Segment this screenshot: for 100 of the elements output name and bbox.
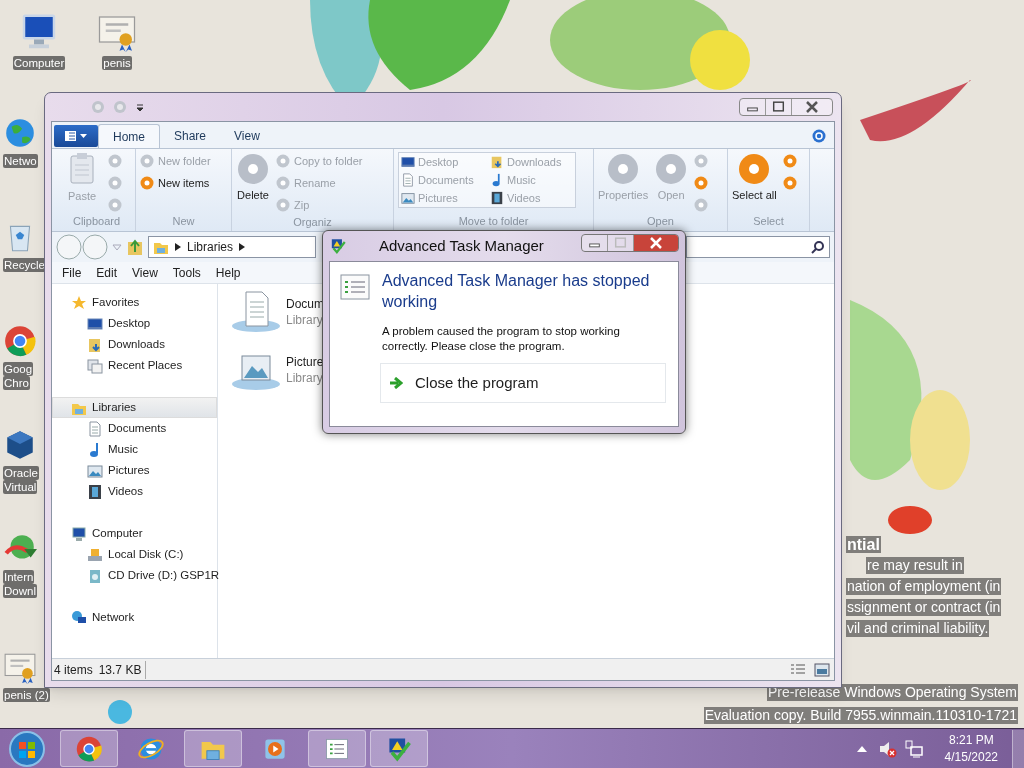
show-desktop-button[interactable] <box>1012 729 1024 768</box>
search-field[interactable] <box>686 236 830 258</box>
command-icon[interactable] <box>782 176 797 190</box>
list-icon <box>340 274 370 300</box>
library-item[interactable]: Picture Library <box>230 348 324 392</box>
ribbon-tab[interactable]: View <box>220 124 274 148</box>
icon-label[interactable]: Goog <box>3 362 34 376</box>
icon-label[interactable]: Netwo <box>3 154 38 168</box>
ribbon-command[interactable]: Select all <box>732 152 777 213</box>
network-icon[interactable] <box>904 739 923 758</box>
drive-icon <box>87 546 103 563</box>
ribbon-tab[interactable]: Share <box>160 124 221 148</box>
nav-item[interactable]: Favorites <box>52 292 217 313</box>
quick-access-icon[interactable] <box>91 100 105 114</box>
icon-label[interactable]: Computer <box>12 56 66 70</box>
taskbar-button[interactable] <box>308 730 366 767</box>
command-icon[interactable] <box>694 176 709 190</box>
nav-item[interactable]: CD Drive (D:) GSP1R <box>52 565 217 586</box>
network-globe-icon <box>71 609 87 626</box>
picture-icon <box>87 462 103 479</box>
clock[interactable]: 8:21 PM 4/15/2022 <box>934 731 1008 766</box>
taskbar-button[interactable] <box>60 730 118 767</box>
command-icon[interactable] <box>108 198 122 212</box>
nav-item[interactable]: Documents <box>52 418 217 439</box>
chevron-icon <box>175 243 181 251</box>
cd-drive-icon <box>87 567 103 584</box>
breadcrumb[interactable]: Libraries <box>187 238 234 256</box>
group-label: Move to folder <box>457 213 530 229</box>
command-icon[interactable] <box>108 154 122 168</box>
wallpaper-text: vil and criminal liability. <box>846 620 990 637</box>
icon-label[interactable]: Recycle <box>3 258 46 272</box>
nav-item[interactable]: Recent Places <box>52 355 217 376</box>
icon-label[interactable]: Intern <box>3 570 35 584</box>
dialog-heading: Advanced Task Manager has stopped working <box>382 271 651 312</box>
quick-access-icon[interactable] <box>113 100 127 114</box>
file-menu-button[interactable] <box>54 125 98 147</box>
icon-label[interactable]: penis <box>102 56 132 70</box>
icon-label[interactable]: Downl <box>3 584 37 598</box>
wallpaper-text: ssignment or contract (in <box>846 599 1002 616</box>
arrow-icon <box>389 377 403 389</box>
up-folder-icon[interactable] <box>126 238 144 256</box>
folder-download-icon <box>87 336 103 353</box>
dropdown-icon[interactable] <box>135 102 145 112</box>
command-icon[interactable] <box>108 176 122 190</box>
ribbon-tab[interactable]: Home <box>98 124 160 148</box>
nav-item[interactable]: Libraries <box>52 397 217 418</box>
command-icon[interactable] <box>694 154 709 168</box>
icon-label[interactable]: Virtual <box>3 480 38 494</box>
nav-item[interactable]: Music <box>52 439 217 460</box>
folder-download-icon <box>490 155 504 170</box>
nav-item[interactable]: Local Disk (C:) <box>52 544 217 565</box>
show-hidden-icon[interactable] <box>856 744 867 753</box>
help-icon[interactable] <box>812 129 826 143</box>
icon-label[interactable]: Chro <box>3 376 30 390</box>
nav-item[interactable]: Network <box>52 607 217 628</box>
menu-item[interactable]: Tools <box>172 263 201 282</box>
start-orb-icon[interactable] <box>8 729 46 768</box>
chevron-icon <box>239 243 246 251</box>
volume-muted-icon[interactable] <box>878 739 897 758</box>
menu-item[interactable]: Help <box>215 263 241 282</box>
clipboard-icon <box>68 152 96 184</box>
status-text: 13.7 KB <box>98 660 147 679</box>
command-icon[interactable] <box>694 198 709 212</box>
search-icon <box>811 240 825 254</box>
film-icon <box>87 483 103 500</box>
item-name: Picture <box>286 354 324 370</box>
group-label: Organiz <box>292 215 333 230</box>
globe-icon <box>3 116 37 150</box>
monitor-icon <box>87 315 103 332</box>
nav-item[interactable]: Pictures <box>52 460 217 481</box>
taskbar-button[interactable] <box>370 730 428 767</box>
group-label: Clipboard <box>71 213 122 229</box>
back-button-icon[interactable] <box>56 234 82 260</box>
wallpaper-text: ntial <box>846 536 881 553</box>
nav-item[interactable]: Computer <box>52 523 217 544</box>
close-program-button[interactable]: Close the program <box>380 363 666 403</box>
forward-button-icon[interactable] <box>82 234 108 260</box>
nav-item[interactable]: Downloads <box>52 334 217 355</box>
menu-item[interactable]: View <box>132 263 158 282</box>
close-icon[interactable] <box>634 235 678 251</box>
icon-label[interactable]: Oracle <box>3 466 39 480</box>
bubble-drawing <box>108 700 132 724</box>
icon-label[interactable]: penis (2) <box>3 688 50 702</box>
menu-icon <box>63 130 89 142</box>
ladybug-drawing <box>888 506 932 534</box>
item-type: Library <box>286 370 324 386</box>
ribbon-command[interactable]: Delete <box>236 152 270 214</box>
nav-item[interactable]: Desktop <box>52 313 217 334</box>
preview-view-icon[interactable] <box>814 662 830 677</box>
dialog-title: Advanced Task Manager <box>379 235 544 256</box>
menu-item[interactable]: Edit <box>96 263 118 282</box>
group-label: Open <box>646 213 675 229</box>
details-view-icon[interactable] <box>790 662 806 677</box>
nav-item[interactable]: Videos <box>52 481 217 502</box>
menu-item[interactable]: File <box>62 263 82 282</box>
dialog-message: A problem caused the program to stop working correctly. Please close the program. <box>382 324 621 354</box>
ribbon-command[interactable]: New items <box>140 174 211 192</box>
minimize-icon[interactable] <box>582 235 608 251</box>
command-icon[interactable] <box>782 154 797 168</box>
address-field[interactable]: Libraries <box>148 236 316 258</box>
